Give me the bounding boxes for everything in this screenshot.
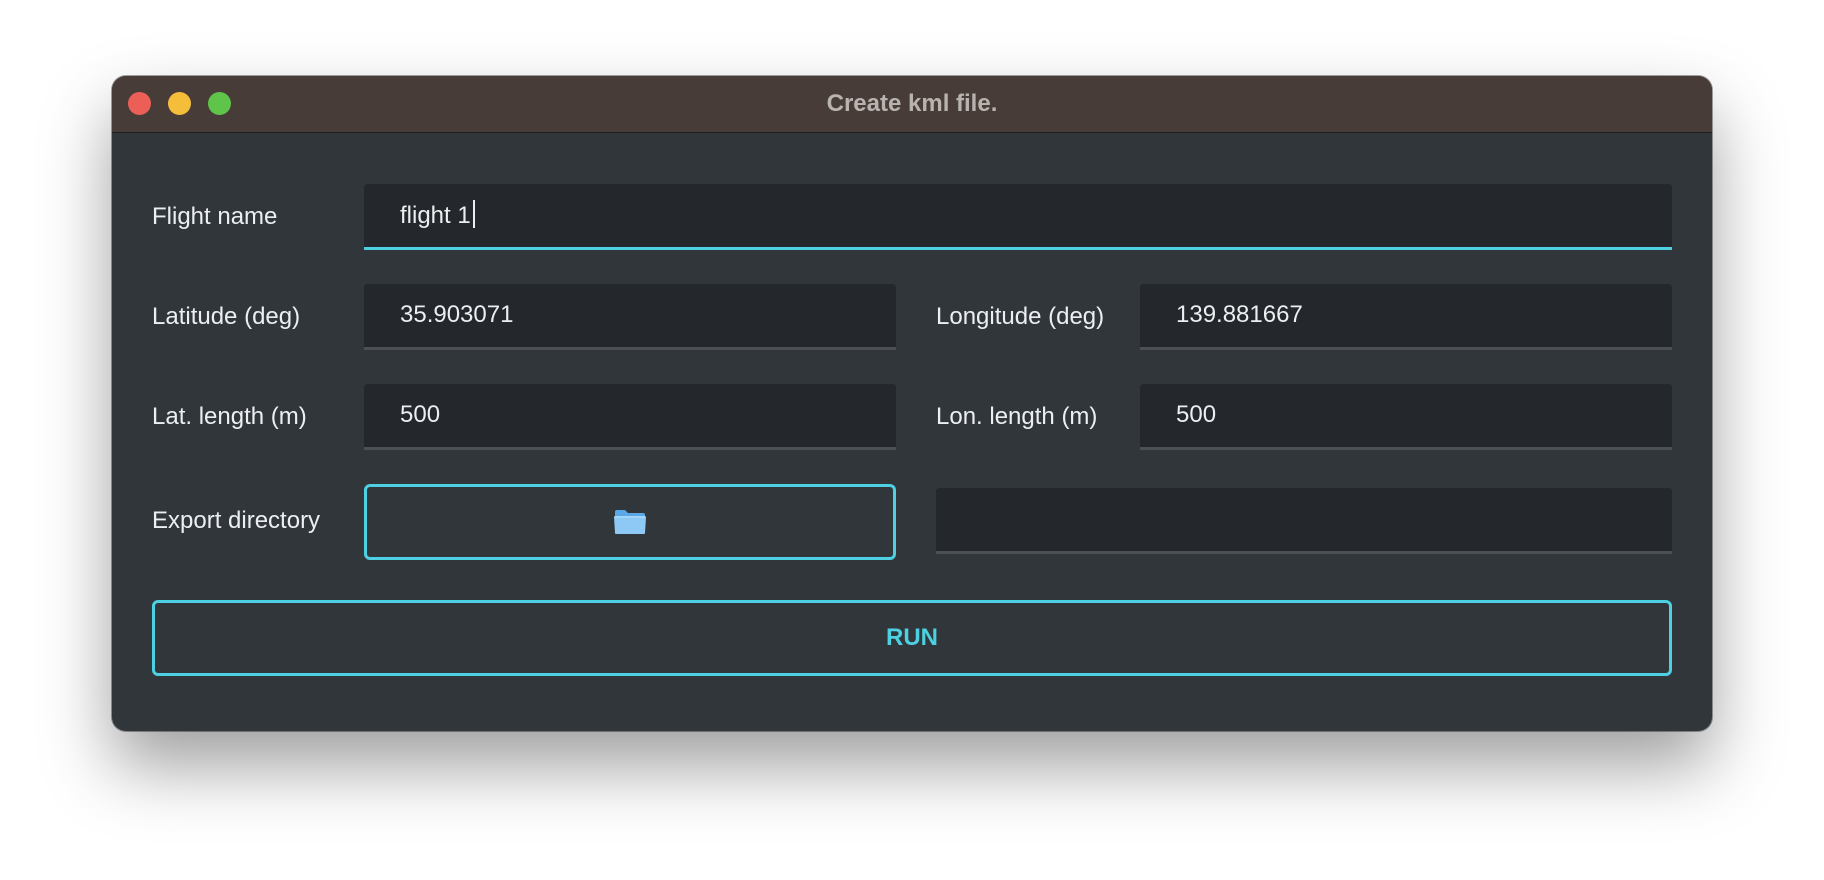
title-bar[interactable]: Create kml file. (112, 76, 1712, 133)
lat-length-value: 500 (400, 401, 441, 428)
text-caret (472, 200, 475, 228)
export-directory-path-field[interactable] (936, 488, 1672, 554)
flight-name-input[interactable]: flight 1 (364, 184, 1672, 250)
latitude-label: Latitude (deg) (152, 303, 301, 330)
folder-icon (614, 510, 646, 534)
lon-length-input[interactable]: 500 (1140, 384, 1672, 450)
lon-length-label: Lon. length (m) (936, 403, 1098, 430)
lon-length-value: 500 (1176, 401, 1217, 428)
latitude-value: 35.903071 (400, 301, 514, 328)
longitude-label: Longitude (deg) (936, 303, 1105, 330)
flight-name-label: Flight name (152, 203, 278, 230)
window-title: Create kml file. (826, 90, 998, 117)
browse-directory-button[interactable] (364, 484, 896, 560)
lat-length-label: Lat. length (m) (152, 403, 307, 430)
longitude-value: 139.881667 (1176, 301, 1303, 328)
export-directory-label: Export directory (152, 507, 321, 534)
run-button[interactable]: RUN (152, 600, 1672, 676)
run-button-label: RUN (886, 624, 938, 651)
flight-name-value: flight 1 (400, 200, 475, 231)
app-window: Create kml file. Flight name flight 1 La… (112, 76, 1712, 731)
lat-length-input[interactable]: 500 (364, 384, 896, 450)
latitude-input[interactable]: 35.903071 (364, 284, 896, 350)
longitude-input[interactable]: 139.881667 (1140, 284, 1672, 350)
